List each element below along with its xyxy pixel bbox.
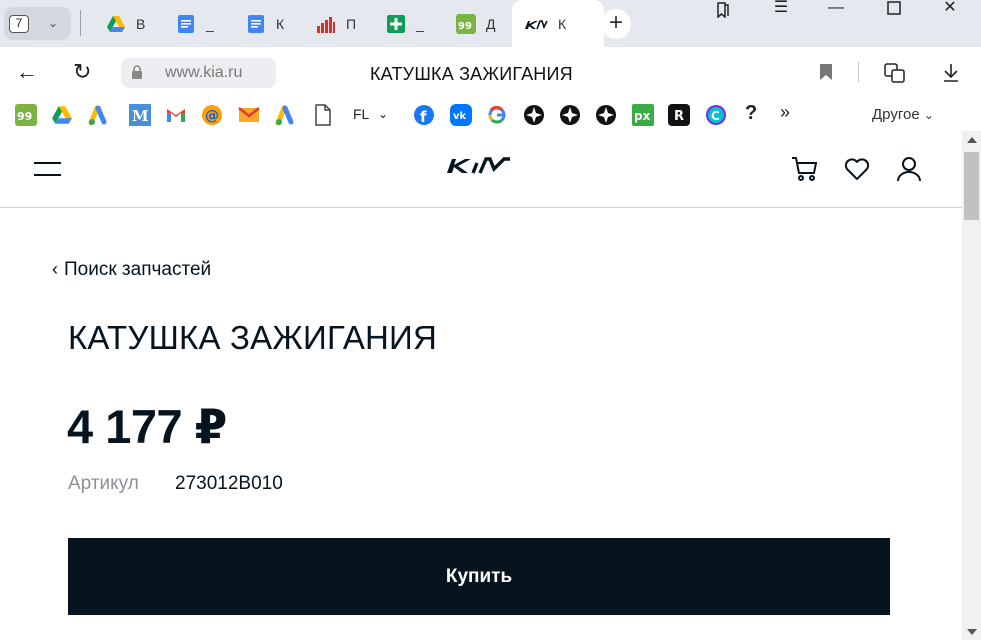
svg-text:99: 99 [17,110,32,123]
close-icon[interactable]: ✕ [932,0,968,20]
lock-icon [132,65,142,79]
maximize-icon[interactable] [876,1,912,21]
metrika-icon[interactable]: M [129,104,151,126]
bookmark-icon[interactable] [818,63,834,81]
back-to-parts-search-link[interactable]: ‹ Поиск запчастей [52,259,211,281]
tab-3[interactable]: К [240,8,308,40]
tab-separator [80,10,81,36]
stats-99-icon[interactable]: 99 [15,104,37,126]
svg-text:px: px [634,109,651,123]
download-icon[interactable] [942,63,960,83]
tab-groups-button[interactable]: 7 ⌄ [4,7,71,40]
scrollbar-thumb[interactable] [964,152,979,220]
svg-text:R: R [674,109,684,124]
bookmarks-bar: 99 M @ FL ⌄ f vk px R C ? » Другое ⌄ [0,99,981,131]
email-icon[interactable] [238,104,260,126]
tab-count-badge: 7 [9,15,29,33]
tab-label: В [136,16,146,32]
google-ads-icon[interactable] [87,104,109,126]
stats-99-icon: 99 [456,14,476,34]
other-bookmarks[interactable]: Другое ⌄ [872,106,934,123]
scroll-down-arrow-icon[interactable] [967,629,977,635]
chevron-down-icon: ⌄ [923,108,934,122]
tab-1[interactable]: В [100,8,168,40]
toolbar-separator [858,62,859,82]
r-app-icon[interactable]: R [668,104,690,126]
page-title: КАТУШКА ЗАЖИГАНИЯ [370,64,573,84]
compass-icon[interactable] [523,104,545,126]
page-scrollbar[interactable] [962,131,981,640]
url-field[interactable]: www.kia.ru [121,58,276,88]
google-drive-icon [107,16,125,32]
tab-5[interactable]: _ [380,8,448,40]
google-drive-icon[interactable] [51,104,73,126]
buy-button[interactable]: Купить [68,538,890,615]
site-header [0,131,962,208]
compass-icon[interactable] [595,104,617,126]
svg-text:@: @ [205,108,219,124]
address-bar: ← ↻ www.kia.ru КАТУШКА ЗАЖИГАНИЯ [0,47,981,99]
google-icon[interactable] [486,104,508,126]
cart-icon[interactable] [790,155,820,183]
svg-text:M: M [132,107,149,125]
gmail-icon[interactable] [165,104,187,126]
kia-icon [525,20,548,30]
back-arrow-icon[interactable]: ← [16,61,38,83]
menu-icon[interactable]: ☰ [763,0,799,20]
sku-value: 273012B010 [175,473,283,494]
google-docs-icon [248,15,264,33]
compass-icon[interactable] [559,104,581,126]
google-ads-icon[interactable] [274,104,296,126]
svg-text:99: 99 [458,21,472,32]
tab-2[interactable]: _ [170,8,238,40]
user-icon[interactable] [896,155,922,183]
chevron-down-icon[interactable]: ⌄ [378,107,388,121]
tab-4[interactable]: П [310,8,378,40]
tab-label: Д [486,16,496,32]
google-sheets-icon [387,15,405,33]
mail-at-icon[interactable]: @ [201,104,223,126]
translate-icon[interactable] [884,63,906,83]
bar-chart-icon [317,17,335,33]
svg-text:f: f [420,108,427,126]
chevron-down-icon: ⌄ [48,16,59,30]
tab-label: _ [416,16,424,32]
chevron-left-icon: ‹ [52,259,58,279]
page-content: ‹ Поиск запчастей КАТУШКА ЗАЖИГАНИЯ 4 177… [0,131,962,640]
browser-tab-strip: 7 ⌄ В _ К П _ 99 Д К + ☰ — ✕ [0,0,981,47]
bookmarks-more[interactable]: » [780,102,790,123]
heart-icon[interactable] [844,158,870,182]
kia-logo[interactable] [446,157,512,175]
facebook-icon[interactable]: f [413,104,435,126]
px-icon[interactable]: px [632,104,654,126]
back-link-label: Поиск запчастей [64,259,212,280]
minimize-icon[interactable]: — [818,0,854,20]
bookmark-panel-icon[interactable] [705,2,741,22]
google-docs-icon [178,15,194,33]
product-title: КАТУШКА ЗАЖИГАНИЯ [68,319,438,356]
svg-text:vk: vk [453,111,467,122]
bookmark-folder-fl[interactable]: FL [353,106,369,122]
help-icon[interactable]: ? [745,102,757,125]
tab-label: К [558,16,567,32]
tab-label: К [276,16,285,32]
tab-7-active[interactable]: К [512,0,604,47]
new-tab-button[interactable]: + [601,9,631,39]
url-text: www.kia.ru [165,64,243,81]
product-price: 4 177 ₽ [67,400,227,453]
scroll-up-arrow-icon[interactable] [967,137,977,143]
tab-label: _ [206,16,214,32]
other-bookmarks-label: Другое [872,106,920,123]
vk-icon[interactable]: vk [450,104,472,126]
svg-text:C: C [711,109,720,123]
sku-label: Артикул [68,473,139,494]
reload-icon[interactable]: ↻ [73,61,91,83]
tab-label: П [346,16,357,32]
file-icon[interactable] [312,104,334,126]
canva-icon[interactable]: C [705,104,727,126]
hamburger-menu-icon[interactable] [34,160,62,178]
tab-6[interactable]: 99 Д [450,8,518,40]
